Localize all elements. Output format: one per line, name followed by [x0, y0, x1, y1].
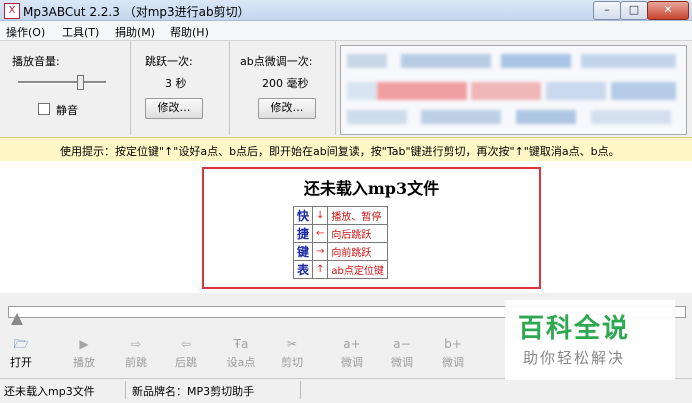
menu-donate[interactable]: 捐助(M) — [115, 24, 155, 40]
set-a-point-button[interactable]: Ŧa 设a点 — [220, 334, 262, 374]
minimize-button[interactable]: – — [593, 1, 621, 20]
menu-operate[interactable]: 操作(O) — [6, 24, 45, 40]
hint-bar: 使用提示：按定位键"↑"设好a点、b点后，即开始在ab间复读，按"Tab"键进行… — [0, 137, 692, 162]
forward-jump-button[interactable]: ⇨ 前跳 — [115, 334, 157, 374]
left-arrow-key: ← — [312, 224, 329, 243]
a-plus-icon: a+ — [343, 337, 361, 351]
shortcut-desc: 播放、暂停 — [327, 206, 388, 225]
right-arrow-key: → — [312, 242, 329, 261]
mute-label: 静音 — [56, 104, 78, 117]
jump-label: 跳跃一次: — [145, 55, 193, 68]
volume-slider-track[interactable] — [18, 81, 106, 84]
play-icon: ▶ — [79, 337, 89, 351]
maximize-button[interactable]: □ — [620, 1, 648, 20]
shortcut-side-char: 键 — [292, 242, 314, 261]
usage-hint: 使用提示：按定位键"↑"设好a点、b点后，即开始在ab间复读，按"Tab"键进行… — [60, 145, 620, 158]
watermark-title: 百科全说 — [518, 314, 631, 344]
ab-adjust-label: ab点微调一次: — [240, 55, 313, 68]
shortcut-side-char: 捷 — [292, 224, 314, 243]
set-a-point-label: 设a点 — [226, 356, 256, 369]
set-a-point-icon: Ŧa — [233, 337, 249, 351]
close-button[interactable]: ✕ — [647, 1, 689, 20]
mute-checkbox[interactable] — [38, 103, 50, 115]
watermark: 百科全说 助你轻松解决 — [505, 300, 675, 380]
title-bar: X Mp3ABCut 2.2.3 （对mp3进行ab剪切） – □ ✕ — [0, 0, 692, 21]
status-separator — [125, 381, 126, 399]
ab-adjust-value: 200 毫秒 — [262, 77, 309, 90]
main-area: 还未载入mp3文件 快 ↓ 播放、暂停 捷 ← 向后跳跃 键 → 向前跳跃 表 … — [0, 161, 692, 293]
b-plus-adjust-button[interactable]: b+ 微调 — [432, 334, 474, 374]
shortcut-row: 表 ↑ ab点定位键 — [292, 260, 388, 279]
backward-jump-icon: ⇦ — [180, 337, 192, 351]
shortcut-side-char: 表 — [292, 260, 314, 279]
a-plus-adjust-button[interactable]: a+ 微调 — [331, 334, 373, 374]
status-brand: 新品牌名：MP3剪切助手 — [132, 385, 255, 398]
shortcut-row: 键 → 向前跳跃 — [292, 242, 388, 261]
notice-box: 还未载入mp3文件 快 ↓ 播放、暂停 捷 ← 向后跳跃 键 → 向前跳跃 表 … — [202, 167, 541, 289]
watermark-subtitle: 助你轻松解决 — [523, 349, 626, 367]
menu-bar: 操作(O) 工具(T) 捐助(M) 帮助(H) — [0, 21, 692, 41]
down-arrow-key: ↓ — [312, 206, 329, 225]
b-plus-adjust-label: 微调 — [442, 356, 464, 369]
cut-label: 剪切 — [281, 356, 303, 369]
play-button[interactable]: ▶ 播放 — [63, 334, 105, 374]
folder-icon: 🗁 — [13, 337, 29, 351]
open-label: 打开 — [10, 356, 32, 369]
notice-title: 还未载入mp3文件 — [303, 179, 440, 198]
open-button[interactable]: 🗁 打开 — [0, 334, 42, 374]
shortcut-desc: 向后跳跃 — [327, 224, 388, 243]
status-file: 还未载入mp3文件 — [4, 385, 95, 398]
a-plus-adjust-label: 微调 — [341, 356, 363, 369]
menu-help[interactable]: 帮助(H) — [170, 24, 209, 40]
status-separator — [300, 381, 301, 399]
jump-value: 3 秒 — [165, 77, 187, 90]
volume-slider-thumb[interactable] — [76, 75, 84, 90]
blurred-region — [340, 45, 687, 135]
cut-button[interactable]: ✂ 剪切 — [271, 334, 313, 374]
backward-jump-label: 后跳 — [175, 356, 197, 369]
forward-jump-label: 前跳 — [125, 356, 147, 369]
forward-jump-icon: ⇨ — [130, 337, 142, 351]
b-plus-icon: b+ — [444, 337, 462, 351]
jump-modify-button[interactable]: 修改… — [145, 98, 203, 119]
status-bar: 还未载入mp3文件 新品牌名：MP3剪切助手 — [0, 378, 692, 401]
volume-panel: 播放音量: 静音 — [0, 41, 131, 135]
a-minus-icon: a− — [393, 337, 411, 351]
volume-label: 播放音量: — [12, 55, 60, 68]
ab-modify-button[interactable]: 修改… — [258, 98, 316, 119]
shortcut-row: 快 ↓ 播放、暂停 — [292, 206, 388, 225]
menu-tools[interactable]: 工具(T) — [62, 24, 99, 40]
shortcut-side-char: 快 — [292, 206, 314, 225]
seek-slider-thumb[interactable] — [11, 313, 23, 325]
app-icon: X — [4, 3, 20, 19]
shortcut-desc: ab点定位键 — [327, 260, 388, 279]
a-minus-adjust-button[interactable]: a− 微调 — [381, 334, 423, 374]
a-minus-adjust-label: 微调 — [391, 356, 413, 369]
window-title: Mp3ABCut 2.2.3 （对mp3进行ab剪切） — [23, 5, 250, 19]
up-arrow-key: ↑ — [312, 260, 329, 279]
shortcut-desc: 向前跳跃 — [327, 242, 388, 261]
jump-panel: 跳跃一次: 3 秒 修改… — [131, 41, 230, 135]
backward-jump-button[interactable]: ⇦ 后跳 — [165, 334, 207, 374]
ab-adjust-panel: ab点微调一次: 200 毫秒 修改… — [230, 41, 336, 135]
play-label: 播放 — [73, 356, 95, 369]
cut-icon: ✂ — [286, 337, 298, 351]
shortcut-table: 快 ↓ 播放、暂停 捷 ← 向后跳跃 键 → 向前跳跃 表 ↑ ab点定位键 — [292, 206, 388, 279]
shortcut-row: 捷 ← 向后跳跃 — [292, 224, 388, 243]
